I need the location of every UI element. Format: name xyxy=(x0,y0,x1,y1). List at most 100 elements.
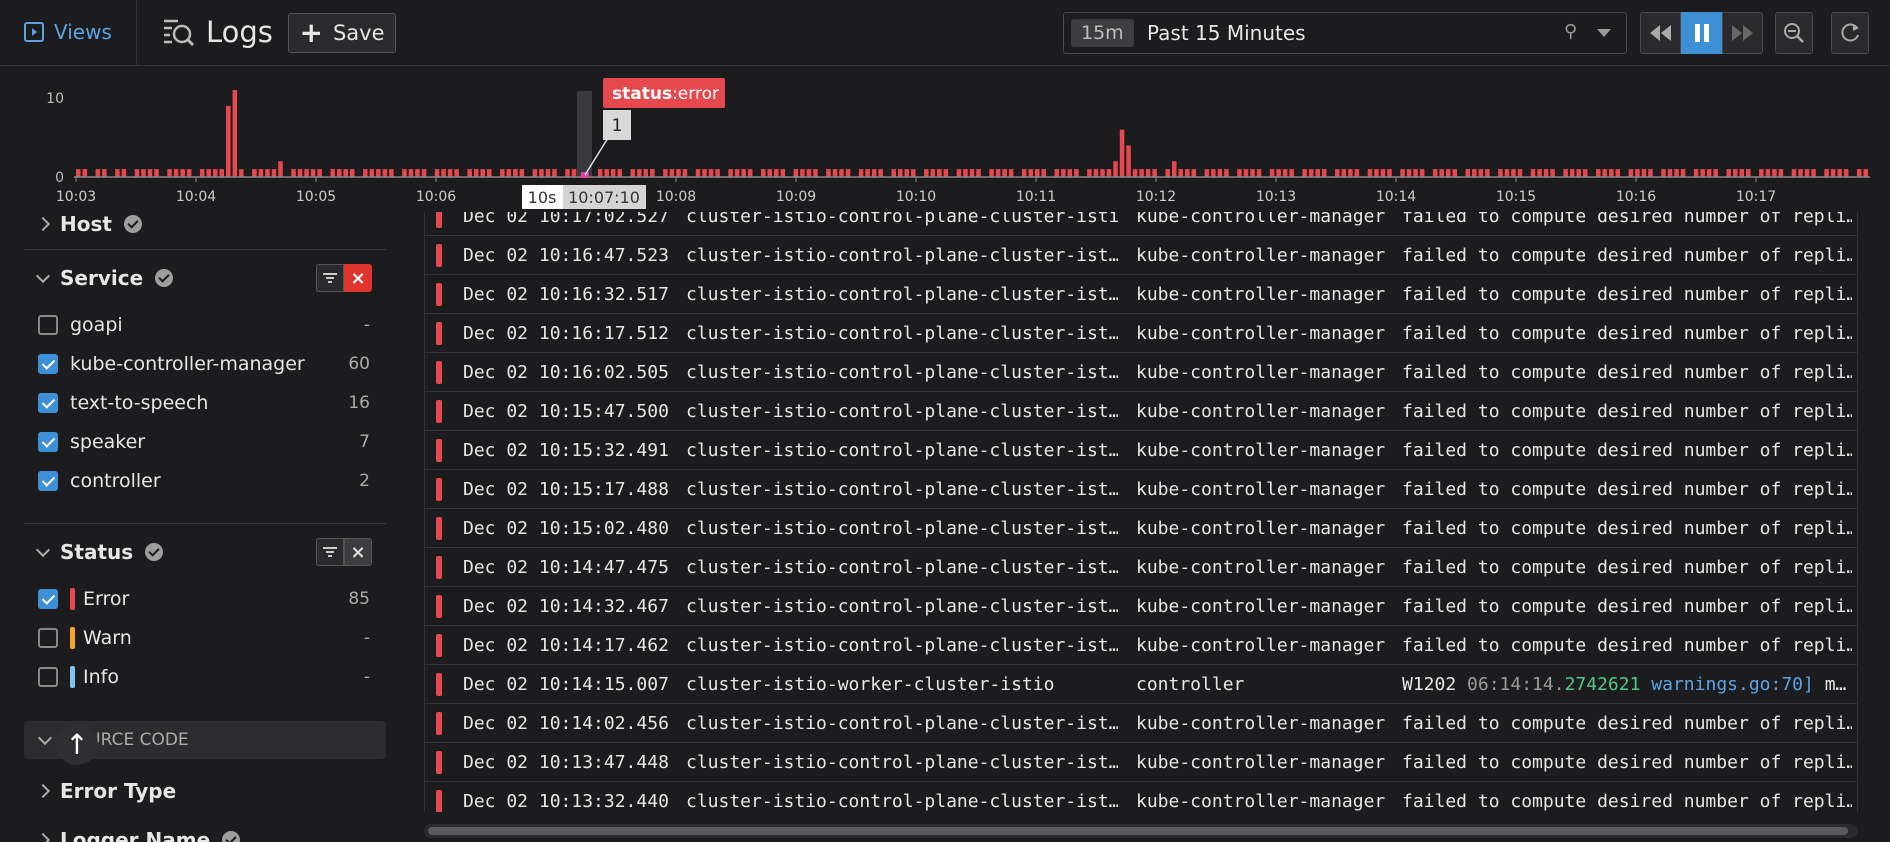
histogram-bar[interactable] xyxy=(702,169,707,177)
histogram-bar[interactable] xyxy=(897,169,903,177)
histogram-bar[interactable] xyxy=(1406,169,1412,177)
histogram-bar[interactable] xyxy=(1713,169,1718,177)
histogram-bar[interactable] xyxy=(565,169,570,177)
histogram-bar[interactable] xyxy=(376,169,381,177)
histogram-bar[interactable] xyxy=(1530,169,1536,177)
histogram-bar[interactable] xyxy=(252,169,257,177)
table-row[interactable]: Dec 02 10:14:15.007 cluster-istio-worker-… xyxy=(425,665,1857,704)
histogram-bar[interactable] xyxy=(676,169,681,177)
facet-checkbox[interactable] xyxy=(38,432,58,452)
histogram-bar[interactable] xyxy=(956,169,962,177)
histogram-bar[interactable] xyxy=(1700,169,1705,177)
histogram-bar[interactable] xyxy=(317,169,322,177)
histogram-bar[interactable] xyxy=(924,169,929,177)
histogram-bar[interactable] xyxy=(767,169,773,177)
histogram-bar[interactable] xyxy=(102,169,107,177)
histogram-bar[interactable] xyxy=(336,169,342,177)
save-button[interactable]: + Save xyxy=(288,13,396,53)
histogram-bar[interactable] xyxy=(1498,169,1503,177)
histogram-bar[interactable] xyxy=(1563,169,1568,177)
facet-logger-name[interactable]: Logger Name xyxy=(35,828,241,842)
histogram-bar[interactable] xyxy=(643,169,649,177)
histogram-bar[interactable] xyxy=(806,169,812,177)
histogram-bar[interactable] xyxy=(271,169,277,177)
histogram-bar[interactable] xyxy=(199,169,205,177)
histogram-bar[interactable] xyxy=(1074,169,1079,177)
histogram-bar[interactable] xyxy=(813,169,818,177)
histogram-bar[interactable] xyxy=(1145,169,1151,177)
histogram-bar[interactable] xyxy=(1615,169,1621,177)
histogram-bar[interactable] xyxy=(1152,169,1157,177)
histogram-bar[interactable] xyxy=(963,169,968,177)
histogram-bar[interactable] xyxy=(408,169,414,177)
table-row[interactable]: Dec 02 10:16:32.517 cluster-istio-control… xyxy=(425,275,1857,314)
histogram-bar[interactable] xyxy=(630,169,636,177)
histogram-bar[interactable] xyxy=(1126,145,1131,177)
histogram-bar[interactable] xyxy=(682,169,688,177)
histogram-bar[interactable] xyxy=(891,169,896,177)
histogram-bar[interactable] xyxy=(1582,169,1588,177)
histogram-bar[interactable] xyxy=(363,169,368,177)
histogram-bar[interactable] xyxy=(793,169,799,177)
histogram-bar[interactable] xyxy=(519,169,525,177)
histogram-bar[interactable] xyxy=(552,169,557,177)
histogram-bar[interactable] xyxy=(473,169,479,177)
histogram-bar[interactable] xyxy=(415,169,420,177)
facet-option-service[interactable]: goapi - xyxy=(38,310,370,340)
scroll-to-top-button[interactable]: ↑ xyxy=(56,723,98,765)
clear-service-filter-button[interactable]: × xyxy=(344,264,372,292)
histogram-bar[interactable] xyxy=(597,169,603,177)
histogram-bar[interactable] xyxy=(760,169,766,177)
histogram-bar[interactable] xyxy=(1002,169,1007,177)
histogram-bar[interactable] xyxy=(389,169,394,177)
time-range-picker[interactable]: 15m Past 15 Minutes ⚲ xyxy=(1063,12,1627,54)
histogram-bar[interactable] xyxy=(1733,169,1738,177)
histogram-bar[interactable] xyxy=(1067,169,1073,177)
table-row[interactable]: Dec 02 10:13:32.440 cluster-istio-control… xyxy=(425,782,1857,812)
histogram-bar[interactable] xyxy=(1667,169,1673,177)
histogram-bar[interactable] xyxy=(1445,169,1451,177)
table-row[interactable]: Dec 02 10:14:17.462 cluster-istio-control… xyxy=(425,626,1857,665)
histogram-bar[interactable] xyxy=(1185,169,1190,177)
histogram-bar[interactable] xyxy=(1171,161,1177,177)
facet-option-service[interactable]: speaker 7 xyxy=(38,427,370,457)
table-row[interactable]: Dec 02 10:13:47.448 cluster-istio-control… xyxy=(425,743,1857,782)
facet-checkbox[interactable] xyxy=(38,315,58,335)
histogram-bar[interactable] xyxy=(1106,169,1112,177)
histogram-bar[interactable] xyxy=(1680,169,1686,177)
refresh-button[interactable] xyxy=(1831,12,1869,54)
histogram-bar[interactable] xyxy=(774,169,779,177)
histogram-bar[interactable] xyxy=(1746,169,1751,177)
histogram-bar[interactable] xyxy=(1432,169,1438,177)
histogram-bar[interactable] xyxy=(1772,169,1777,177)
histogram-bar[interactable] xyxy=(1250,169,1255,177)
table-row[interactable]: Dec 02 10:15:17.488 cluster-istio-control… xyxy=(425,470,1857,509)
table-row[interactable]: Dec 02 10:15:47.500 cluster-istio-control… xyxy=(425,392,1857,431)
fast-forward-button[interactable] xyxy=(1722,12,1763,54)
histogram-bar[interactable] xyxy=(1008,169,1014,177)
histogram-bar[interactable] xyxy=(173,169,179,177)
histogram-bar[interactable] xyxy=(141,169,146,177)
histogram-bar[interactable] xyxy=(1419,169,1425,177)
histogram-bar[interactable] xyxy=(1315,169,1321,177)
histogram-bar[interactable] xyxy=(911,169,916,177)
histogram-bar[interactable] xyxy=(1302,169,1307,177)
histogram-bar[interactable] xyxy=(1641,169,1647,177)
histogram-bar[interactable] xyxy=(1439,169,1444,177)
histogram-bar[interactable] xyxy=(402,169,407,177)
histogram-bar[interactable] xyxy=(1576,169,1581,177)
histogram-bar[interactable] xyxy=(532,169,538,177)
facet-option-status[interactable]: Info - xyxy=(38,662,370,692)
histogram-bar[interactable] xyxy=(728,169,733,177)
histogram-bar[interactable] xyxy=(82,169,88,177)
histogram-bar[interactable] xyxy=(115,169,120,177)
histogram-bar[interactable] xyxy=(1061,169,1066,177)
histogram-bar[interactable] xyxy=(1100,169,1105,177)
histogram-bar[interactable] xyxy=(1093,169,1099,177)
table-row[interactable]: Dec 02 10:16:17.512 cluster-istio-control… xyxy=(425,314,1857,353)
histogram-bar[interactable] xyxy=(206,169,211,177)
rewind-button[interactable] xyxy=(1640,12,1681,54)
facet-option-service[interactable]: controller 2 xyxy=(38,466,370,496)
histogram-bar[interactable] xyxy=(871,169,877,177)
horizontal-scrollbar[interactable] xyxy=(424,824,1858,838)
